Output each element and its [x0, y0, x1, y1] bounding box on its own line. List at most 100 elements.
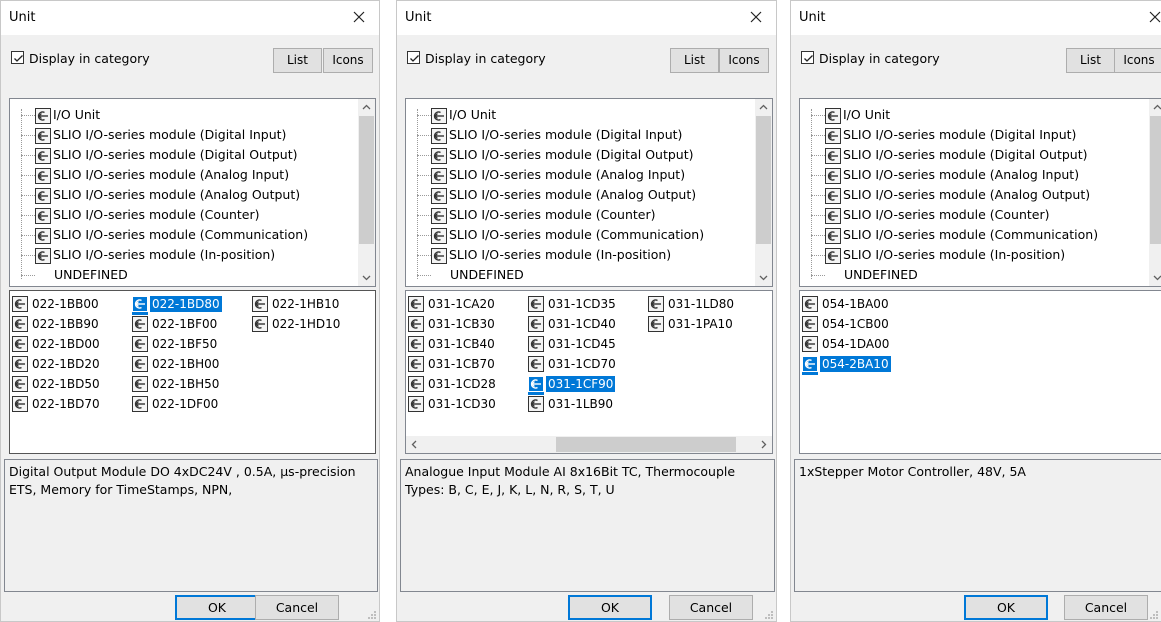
scrollbar-thumb[interactable]: [756, 116, 771, 244]
module-connector-icon: [528, 396, 544, 415]
icons-view-button[interactable]: Icons: [1114, 48, 1161, 73]
module-name: 022-1HD10: [272, 317, 341, 331]
list-view-button[interactable]: List: [273, 48, 322, 73]
module-connector-icon: [132, 336, 148, 355]
module-connector-icon: [528, 316, 544, 335]
ok-button[interactable]: OK: [175, 595, 259, 620]
scroll-right-icon[interactable]: [755, 436, 772, 453]
close-icon[interactable]: [748, 9, 764, 25]
tree-item-label: SLIO I/O-series module (Digital Input): [843, 127, 1077, 142]
scroll-down-icon[interactable]: [755, 269, 772, 286]
module-name: 031-1CB70: [428, 357, 495, 371]
tree-connector: [417, 215, 431, 216]
module-name: 031-1CD45: [548, 337, 616, 351]
cancel-button[interactable]: Cancel: [255, 595, 339, 620]
tree-scrollbar[interactable]: [755, 99, 772, 286]
tree-scrollbar[interactable]: [358, 99, 375, 286]
module-name: 022-1BF50: [152, 337, 218, 351]
module-description: 1xStepper Motor Controller, 48V, 5A: [794, 459, 1161, 592]
module-connector-icon: [408, 356, 424, 375]
module-connector-icon: [825, 128, 841, 147]
module-name: 054-1BA00: [822, 297, 889, 311]
scroll-down-icon[interactable]: [1149, 269, 1161, 286]
icons-view-button[interactable]: Icons: [719, 48, 769, 73]
module-connector-icon: [825, 248, 841, 267]
scroll-up-icon[interactable]: [358, 99, 375, 116]
module-connector-icon: [408, 376, 424, 395]
module-connector-icon: [431, 128, 447, 147]
list-horizontal-scrollbar[interactable]: [406, 436, 772, 453]
module-list[interactable]: 031-1CA20 031-1CB30 031-1CB40 031-1CB70 031-…: [405, 290, 773, 454]
checkbox-label: Display in category: [425, 51, 546, 66]
module-connector-icon: [431, 188, 447, 207]
module-name: 031-1CD35: [548, 297, 616, 311]
module-description: Digital Output Module DO 4xDC24V , 0.5A,…: [4, 459, 378, 592]
resize-grip-icon[interactable]: [764, 609, 774, 619]
module-connector-icon: [35, 108, 51, 127]
module-name: 022-1BH00: [152, 357, 220, 371]
ok-button[interactable]: OK: [568, 595, 652, 620]
module-connector-icon: [802, 316, 818, 335]
scrollbar-thumb[interactable]: [1150, 116, 1161, 244]
module-connector-icon: [12, 376, 28, 395]
tree-scrollbar[interactable]: [1149, 99, 1161, 286]
module-connector-icon: [12, 296, 28, 315]
tree-connector: [21, 135, 35, 136]
module-connector-icon: [12, 356, 28, 375]
scrollbar-thumb[interactable]: [556, 437, 736, 452]
category-tree[interactable]: I/O Unit SLIO I/O-series module (Digital …: [405, 98, 773, 287]
tree-item-label: SLIO I/O-series module (Digital Output): [53, 147, 298, 162]
module-connector-icon: [35, 208, 51, 227]
cancel-button[interactable]: Cancel: [669, 595, 753, 620]
scroll-up-icon[interactable]: [1149, 99, 1161, 116]
title-bar: Unit: [1, 1, 379, 35]
resize-grip-icon[interactable]: [1149, 609, 1159, 619]
scroll-left-icon[interactable]: [406, 436, 423, 453]
cancel-button[interactable]: Cancel: [1064, 595, 1148, 620]
checkbox-label: Display in category: [819, 51, 940, 66]
scroll-down-icon[interactable]: [358, 269, 375, 286]
icons-view-button[interactable]: Icons: [323, 48, 373, 73]
module-connector-icon: [132, 376, 148, 395]
tree-item-label: UNDEFINED: [54, 267, 128, 282]
module-name: 031-1CF90: [546, 376, 616, 392]
tree-connector: [21, 255, 35, 256]
module-name: 022-1BB00: [32, 297, 99, 311]
tree-connector: [417, 195, 431, 196]
module-name: 031-1CD30: [428, 397, 496, 411]
scroll-up-icon[interactable]: [755, 99, 772, 116]
tree-item-label: SLIO I/O-series module (Digital Input): [53, 127, 287, 142]
module-name: 022-1HB10: [272, 297, 340, 311]
check-icon[interactable]: [11, 51, 24, 64]
module-connector-icon: [431, 108, 447, 127]
module-list[interactable]: 054-1BA00 054-1CB00 054-1DA00 054-2BA10: [799, 290, 1161, 454]
module-name: 022-1BB90: [32, 317, 99, 331]
scrollbar-thumb[interactable]: [359, 116, 374, 244]
module-name: 022-1BD70: [32, 397, 100, 411]
check-icon[interactable]: [801, 51, 814, 64]
tree-connector: [21, 175, 35, 176]
module-name: 022-1DF00: [152, 397, 219, 411]
tree-connector: [811, 275, 825, 276]
close-icon[interactable]: [1147, 9, 1161, 25]
module-connector-icon: [431, 148, 447, 167]
tree-connector: [21, 155, 35, 156]
module-list[interactable]: 022-1BB00 022-1BB90 022-1BD00 022-1BD20 022-…: [9, 290, 376, 454]
tree-item-label: SLIO I/O-series module (In-position): [449, 247, 672, 262]
tree-connector: [417, 255, 431, 256]
tree-connector: [417, 175, 431, 176]
tree-connector: [811, 195, 825, 196]
resize-grip-icon[interactable]: [367, 609, 377, 619]
list-view-button[interactable]: List: [670, 48, 719, 73]
check-icon[interactable]: [407, 51, 420, 64]
category-tree[interactable]: I/O Unit SLIO I/O-series module (Digital …: [799, 98, 1161, 287]
module-connector-icon: [12, 316, 28, 335]
category-tree[interactable]: I/O Unit SLIO I/O-series module (Digital …: [9, 98, 376, 287]
tree-connector: [417, 135, 431, 136]
close-icon[interactable]: [351, 9, 367, 25]
module-connector-icon: [35, 188, 51, 207]
dialog-title: Unit: [799, 10, 826, 25]
module-connector-icon: [35, 168, 51, 187]
list-view-button[interactable]: List: [1066, 48, 1115, 73]
ok-button[interactable]: OK: [964, 595, 1048, 620]
